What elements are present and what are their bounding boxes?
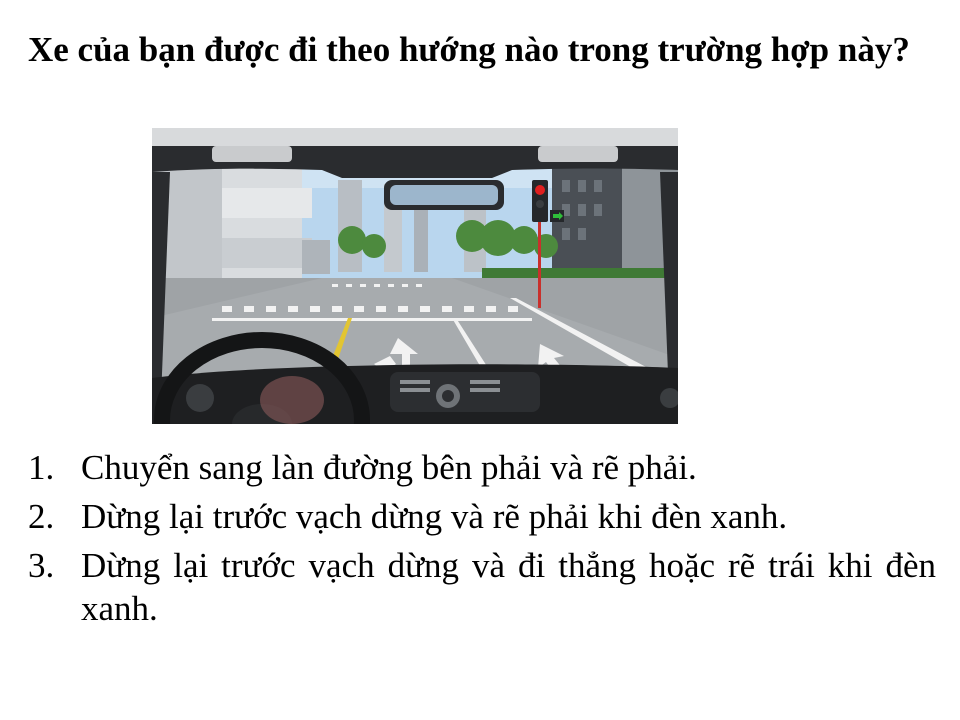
answer-number: 3. [28, 546, 55, 585]
answer-option-1[interactable]: 1. Chuyển sang làn đường bên phải và rẽ … [28, 446, 936, 489]
answer-text: Dừng lại trước vạch dừng và rẽ phải khi … [81, 497, 788, 536]
answer-option-3[interactable]: 3. Dừng lại trước vạch dừng và đi thẳng … [28, 544, 936, 630]
answer-option-2[interactable]: 2. Dừng lại trước vạch dừng và rẽ phải k… [28, 495, 936, 538]
question-text: Xe của bạn được đi theo hướng nào trong … [28, 30, 910, 69]
answer-number: 2. [28, 497, 55, 536]
driving-scene-image [152, 128, 678, 424]
answer-text: Dừng lại trước vạch dừng và đi thẳng hoặ… [81, 546, 936, 628]
answer-number: 1. [28, 448, 55, 487]
answer-list: 1. Chuyển sang làn đường bên phải và rẽ … [28, 446, 936, 636]
answer-text: Chuyển sang làn đường bên phải và rẽ phả… [81, 448, 697, 487]
